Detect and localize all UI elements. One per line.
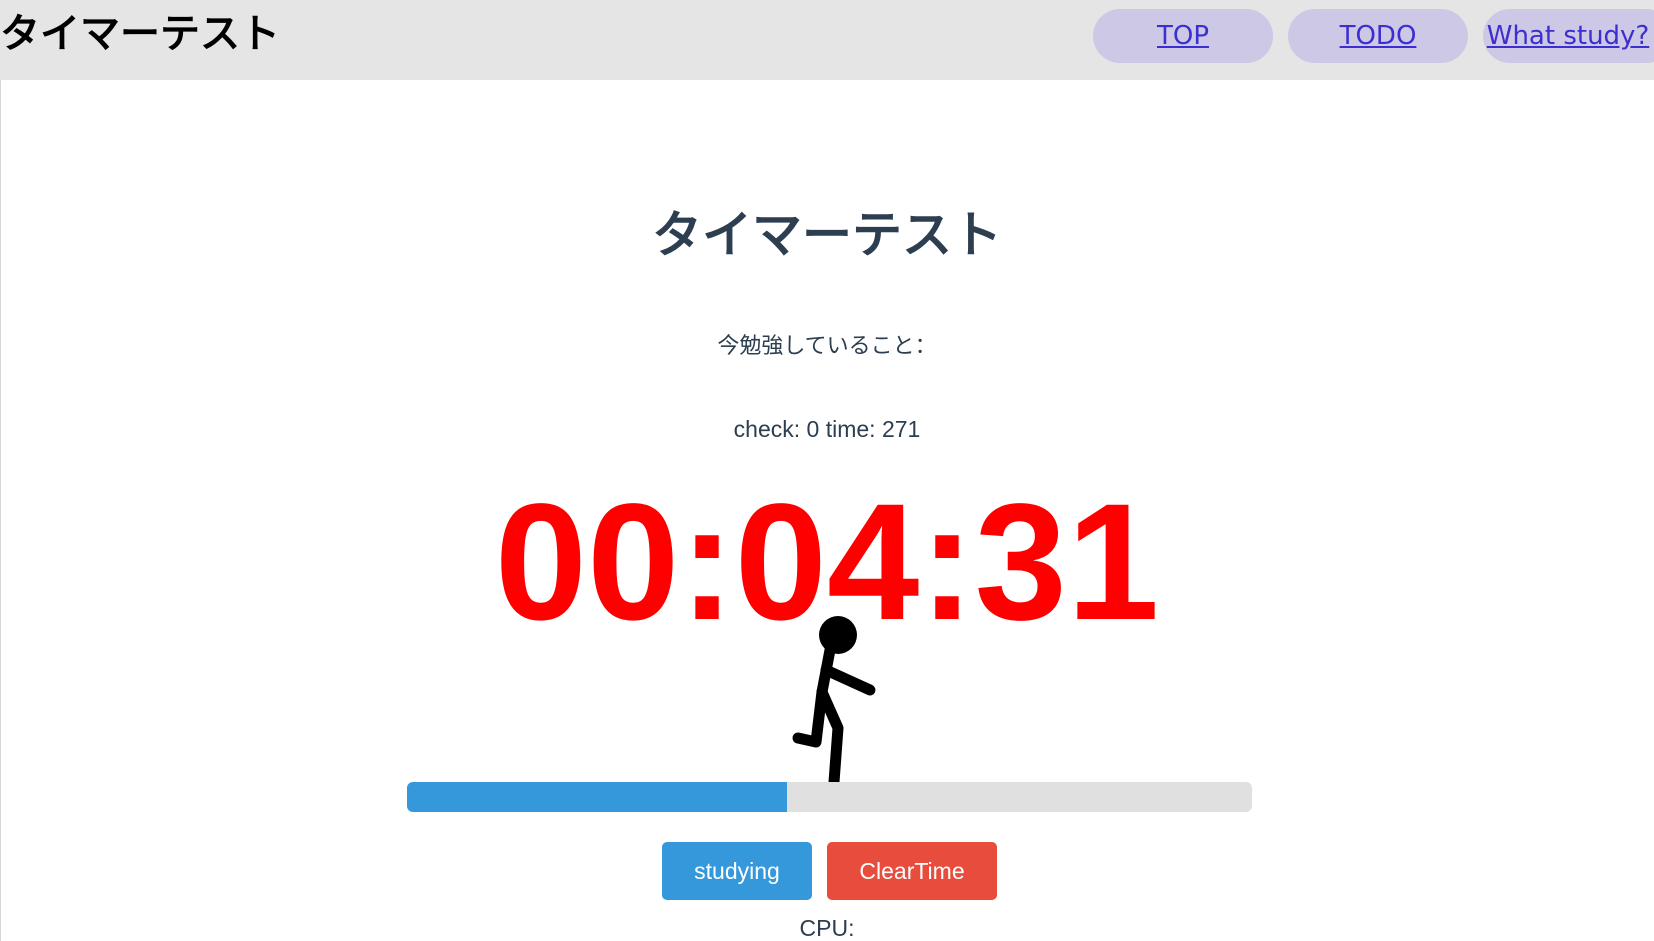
nav-link-what-study[interactable]: What study? [1487, 21, 1650, 51]
walking-stickman-icon [792, 616, 876, 785]
site-header: タイマーテスト TOP TODO What study? [0, 0, 1654, 80]
nav-item-top[interactable]: TOP [1093, 9, 1273, 63]
nav-item-what-study[interactable]: What study? [1483, 9, 1654, 63]
site-title: タイマーテスト [0, 11, 280, 57]
studying-label: 今勉強していること： [717, 334, 937, 359]
studying-button[interactable]: studying [662, 842, 812, 900]
cpu-label: CPU: [799, 915, 855, 941]
nav-link-todo[interactable]: TODO [1340, 21, 1417, 51]
check-time-status: check: 0 time: 271 [733, 416, 921, 442]
nav-item-todo[interactable]: TODO [1288, 9, 1468, 63]
page-title: タイマーテスト [652, 206, 1002, 264]
progress-bar [407, 782, 1252, 812]
nav-link-top[interactable]: TOP [1157, 21, 1209, 51]
progress-fill [407, 782, 788, 812]
clear-time-button[interactable]: ClearTime [827, 842, 997, 900]
